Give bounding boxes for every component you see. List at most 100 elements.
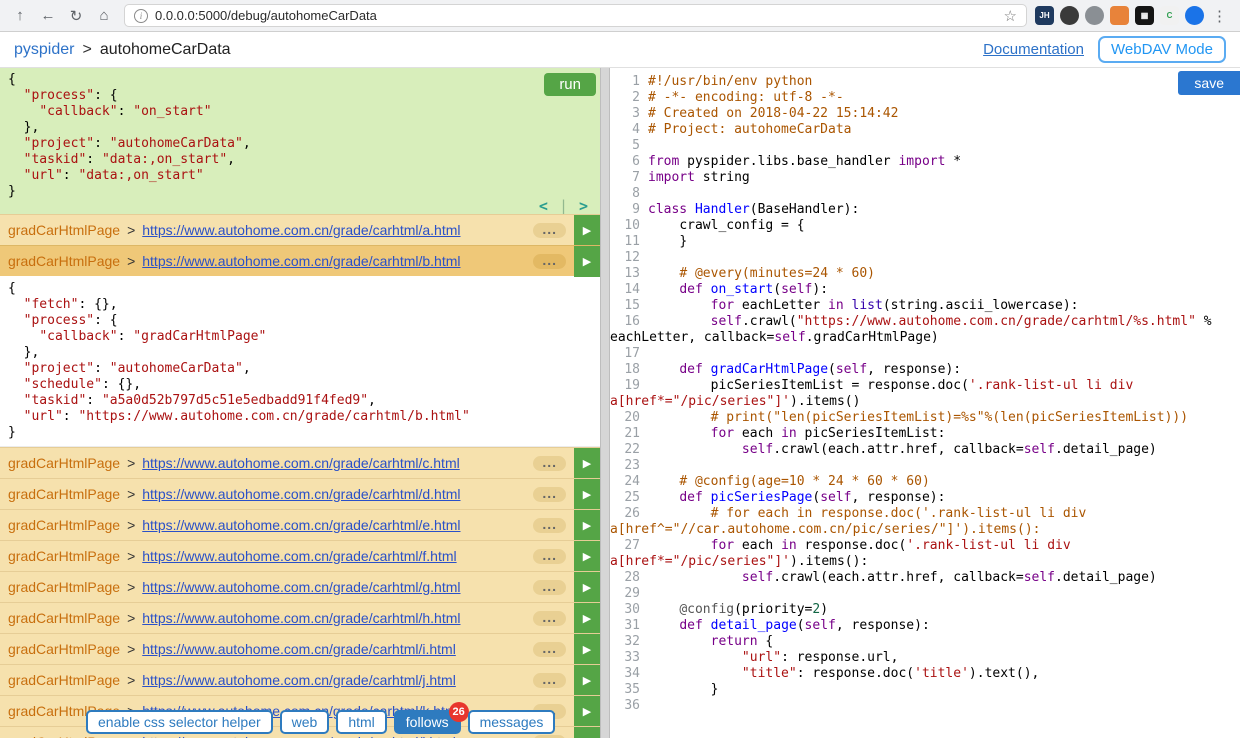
- follow-url-link[interactable]: https://www.autohome.com.cn/grade/carhtm…: [142, 641, 456, 657]
- code-line[interactable]: 7 import string: [610, 170, 1238, 186]
- follow-more-button[interactable]: ...: [533, 253, 566, 269]
- code-line[interactable]: 8: [610, 186, 1238, 202]
- jh-extension-icon[interactable]: JH: [1035, 6, 1054, 25]
- follow-url-link[interactable]: https://www.autohome.com.cn/grade/carhtm…: [142, 222, 460, 238]
- code-line[interactable]: 9 class Handler(BaseHandler):: [610, 202, 1238, 218]
- code-line[interactable]: 33 "url": response.url,: [610, 650, 1238, 666]
- code-line[interactable]: 23: [610, 458, 1238, 474]
- css-selector-helper-button[interactable]: enable css selector helper: [86, 710, 273, 734]
- save-button[interactable]: save: [1178, 71, 1240, 95]
- code-line[interactable]: 4 # Project: autohomeCarData: [610, 122, 1238, 138]
- follow-more-button[interactable]: ...: [533, 641, 566, 657]
- follow-url-link[interactable]: https://www.autohome.com.cn/grade/carhtm…: [142, 517, 460, 533]
- follow-run-button[interactable]: ▶: [574, 571, 600, 603]
- follow-run-button[interactable]: ▶: [574, 726, 600, 738]
- code-line[interactable]: 26 # for each in response.doc('.rank-lis…: [610, 506, 1238, 538]
- code-line[interactable]: 36: [610, 698, 1238, 714]
- follow-url-link[interactable]: https://www.autohome.com.cn/grade/carhtm…: [142, 579, 460, 595]
- code-line[interactable]: 3 # Created on 2018-04-22 15:14:42: [610, 106, 1238, 122]
- round-dark-extension-icon[interactable]: [1060, 6, 1079, 25]
- task-prev-button[interactable]: <: [539, 198, 548, 214]
- browser-menu-icon[interactable]: ⋮: [1207, 7, 1232, 25]
- code-line[interactable]: 16 self.crawl("https://www.autohome.com.…: [610, 314, 1238, 346]
- qr-extension-icon[interactable]: ▦: [1135, 6, 1154, 25]
- brand-link[interactable]: pyspider: [14, 41, 74, 59]
- follow-run-button[interactable]: ▶: [574, 633, 600, 665]
- follow-run-button[interactable]: ▶: [574, 509, 600, 541]
- page-info-icon[interactable]: i: [134, 8, 148, 23]
- code-line[interactable]: 11 }: [610, 234, 1238, 250]
- home-icon[interactable]: ⌂: [92, 4, 116, 28]
- follow-run-button[interactable]: ▶: [574, 602, 600, 634]
- follow-more-button[interactable]: ...: [533, 517, 566, 533]
- address-bar[interactable]: i 0.0.0.0:5000/debug/autohomeCarData ☆: [124, 4, 1027, 27]
- share-icon[interactable]: ↑: [8, 4, 32, 28]
- follow-url-link[interactable]: https://www.autohome.com.cn/grade/carhtm…: [142, 253, 460, 269]
- follow-more-button[interactable]: ...: [533, 222, 566, 238]
- url-text[interactable]: 0.0.0.0:5000/debug/autohomeCarData: [155, 8, 997, 23]
- code-line[interactable]: 28 self.crawl(each.attr.href, callback=s…: [610, 570, 1238, 586]
- code-area[interactable]: 1 #!/usr/bin/env python 2 # -*- encoding: u…: [610, 68, 1240, 714]
- code-line[interactable]: 1 #!/usr/bin/env python: [610, 74, 1238, 90]
- html-tab-button[interactable]: html: [336, 710, 387, 734]
- new-task-json[interactable]: { "process": { "callback": "on_start" },…: [8, 72, 592, 200]
- cors-extension-icon[interactable]: C: [1160, 6, 1179, 25]
- code-line[interactable]: 15 for eachLetter in list(string.ascii_l…: [610, 298, 1238, 314]
- code-line[interactable]: 20 # print("len(picSeriesItemList)=%s"%(…: [610, 410, 1238, 426]
- follow-run-button[interactable]: ▶: [574, 245, 600, 277]
- follow-url-link[interactable]: https://www.autohome.com.cn/grade/carhtm…: [142, 610, 460, 626]
- back-icon[interactable]: ←: [36, 4, 60, 28]
- selected-task-json[interactable]: { "fetch": {}, "process": { "callback": …: [0, 276, 600, 447]
- blue-extension-icon[interactable]: [1185, 6, 1204, 25]
- code-line[interactable]: 31 def detail_page(self, response):: [610, 618, 1238, 634]
- follow-more-button[interactable]: ...: [533, 579, 566, 595]
- code-line[interactable]: 25 def picSeriesPage(self, response):: [610, 490, 1238, 506]
- follow-run-button[interactable]: ▶: [574, 447, 600, 479]
- follow-url-link[interactable]: https://www.autohome.com.cn/grade/carhtm…: [142, 734, 456, 738]
- bookmark-star-icon[interactable]: ☆: [1004, 7, 1017, 25]
- orange-extension-icon[interactable]: [1110, 6, 1129, 25]
- code-line[interactable]: 29: [610, 586, 1238, 602]
- task-next-button[interactable]: >: [579, 198, 588, 214]
- follow-more-button[interactable]: ...: [533, 548, 566, 564]
- follow-more-button[interactable]: ...: [533, 610, 566, 626]
- run-button[interactable]: run: [544, 73, 596, 96]
- code-line[interactable]: 24 # @config(age=10 * 24 * 60 * 60): [610, 474, 1238, 490]
- follow-run-button[interactable]: ▶: [574, 695, 600, 727]
- documentation-link[interactable]: Documentation: [983, 41, 1084, 58]
- webdav-mode-button[interactable]: WebDAV Mode: [1098, 36, 1226, 63]
- code-line[interactable]: 30 @config(priority=2): [610, 602, 1238, 618]
- code-line[interactable]: 35 }: [610, 682, 1238, 698]
- follow-run-button[interactable]: ▶: [574, 478, 600, 510]
- code-line[interactable]: 22 self.crawl(each.attr.href, callback=s…: [610, 442, 1238, 458]
- code-line[interactable]: 12: [610, 250, 1238, 266]
- code-line[interactable]: 19 picSeriesItemList = response.doc('.ra…: [610, 378, 1238, 410]
- code-line[interactable]: 32 return {: [610, 634, 1238, 650]
- new-task-panel[interactable]: run { "process": { "callback": "on_start…: [0, 68, 600, 214]
- code-line[interactable]: 27 for each in response.doc('.rank-list-…: [610, 538, 1238, 570]
- code-line[interactable]: 14 def on_start(self):: [610, 282, 1238, 298]
- reload-icon[interactable]: ↻: [64, 4, 88, 28]
- code-line[interactable]: 13 # @every(minutes=24 * 60): [610, 266, 1238, 282]
- follow-url-link[interactable]: https://www.autohome.com.cn/grade/carhtm…: [142, 486, 460, 502]
- follow-run-button[interactable]: ▶: [574, 214, 600, 246]
- follow-run-button[interactable]: ▶: [574, 540, 600, 572]
- panel-splitter[interactable]: [600, 68, 610, 738]
- follow-more-button[interactable]: ...: [533, 734, 566, 738]
- messages-tab-button[interactable]: messages: [467, 710, 556, 734]
- code-line[interactable]: 17: [610, 346, 1238, 362]
- code-line[interactable]: 10 crawl_config = {: [610, 218, 1238, 234]
- follow-more-button[interactable]: ...: [533, 486, 566, 502]
- code-line[interactable]: 2 # -*- encoding: utf-8 -*-: [610, 90, 1238, 106]
- follow-url-link[interactable]: https://www.autohome.com.cn/grade/carhtm…: [142, 672, 456, 688]
- follow-url-link[interactable]: https://www.autohome.com.cn/grade/carhtm…: [142, 455, 459, 471]
- code-line[interactable]: 6 from pyspider.libs.base_handler import …: [610, 154, 1238, 170]
- follow-more-button[interactable]: ...: [533, 455, 566, 471]
- gray-extension-icon[interactable]: [1085, 6, 1104, 25]
- code-line[interactable]: 34 "title": response.doc('title').text()…: [610, 666, 1238, 682]
- follow-url-link[interactable]: https://www.autohome.com.cn/grade/carhtm…: [142, 548, 456, 564]
- follows-tab-button[interactable]: follows 26: [393, 702, 469, 734]
- follow-more-button[interactable]: ...: [533, 672, 566, 688]
- code-line[interactable]: 21 for each in picSeriesItemList:: [610, 426, 1238, 442]
- follow-run-button[interactable]: ▶: [574, 664, 600, 696]
